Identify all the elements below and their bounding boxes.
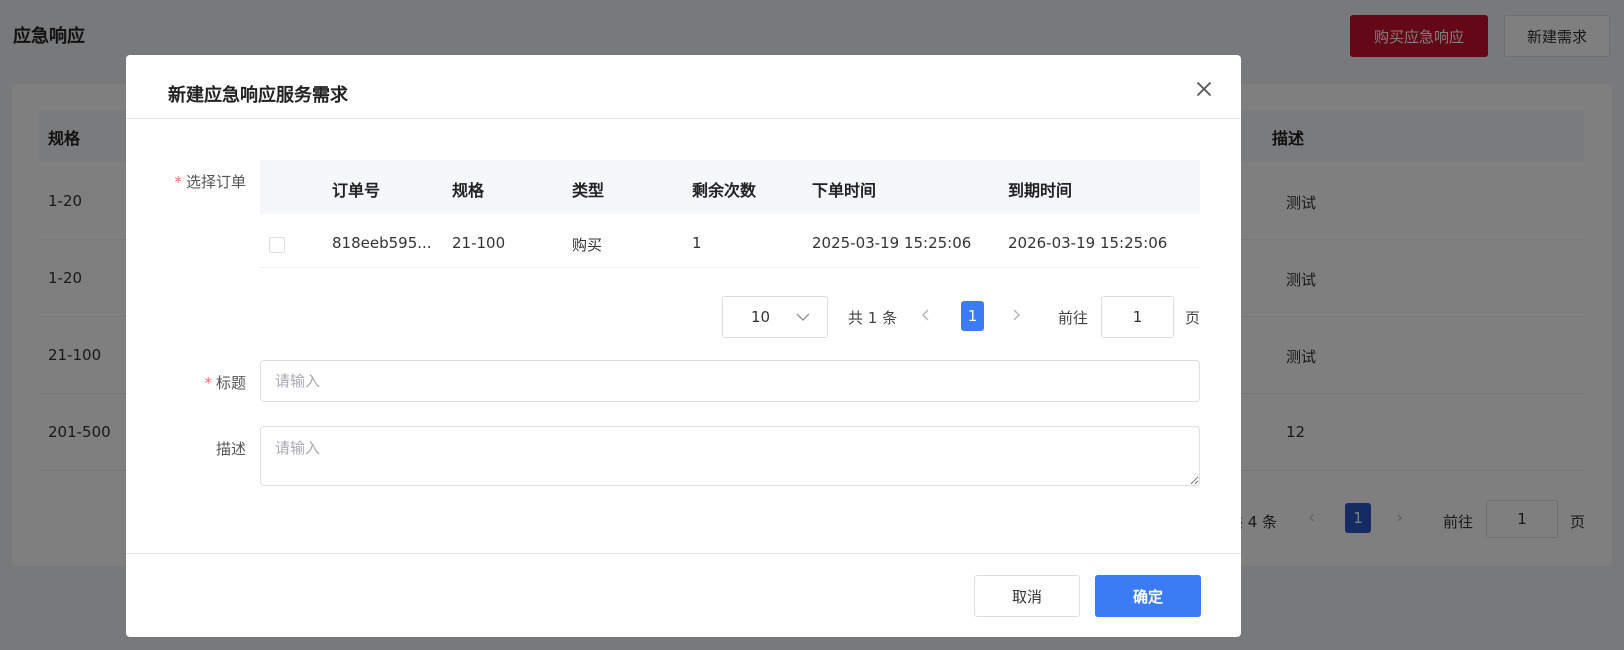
close-icon[interactable]: [1190, 75, 1218, 103]
cancel-button[interactable]: 取消: [974, 575, 1080, 617]
column-header-remaining: 剩余次数: [692, 181, 757, 200]
order-cell-expire-time: 2026-03-19 15:25:06: [1008, 234, 1168, 252]
title-label: * 标题: [204, 374, 246, 392]
order-cell-spec: 21-100: [452, 234, 506, 252]
dialog-title: 新建应急响应服务需求: [168, 85, 348, 106]
column-header-type: 类型: [572, 181, 605, 200]
new-request-dialog: 新建应急响应服务需求 * 选择订单 订单号 规格 类型 剩余次数 下单时间 到期时…: [126, 55, 1241, 637]
confirm-button[interactable]: 确定: [1095, 575, 1201, 617]
order-cell-type: 购买: [572, 236, 603, 254]
column-header-spec: 规格: [452, 181, 485, 200]
pagination-total: 共 1 条: [848, 309, 898, 327]
order-cell-order-time: 2025-03-19 15:25:06: [812, 234, 972, 252]
pagination-goto-input[interactable]: [1101, 296, 1174, 338]
dialog-footer-divider: [126, 553, 1241, 554]
column-header-expire-time: 到期时间: [1008, 181, 1073, 200]
page-size-select[interactable]: 10: [722, 296, 828, 338]
chevron-left-icon[interactable]: [920, 305, 932, 325]
chevron-right-icon[interactable]: [1010, 305, 1022, 325]
column-header-order-time: 下单时间: [812, 181, 877, 200]
column-header-order-no: 订单号: [332, 181, 381, 200]
dialog-header-divider: [126, 118, 1241, 119]
pagination-page-suffix: 页: [1185, 309, 1201, 327]
chevron-down-icon: [796, 313, 810, 321]
title-input[interactable]: [260, 360, 1200, 402]
page-size-value: 10: [751, 308, 771, 326]
row-divider: [260, 267, 1200, 268]
order-label: * 选择订单: [174, 173, 246, 191]
order-cell-remaining: 1: [692, 234, 702, 252]
desc-label: 描述: [215, 440, 246, 458]
pagination-current-page[interactable]: 1: [961, 301, 984, 331]
order-cell-order-no: 818eeb595...: [332, 234, 432, 252]
description-textarea[interactable]: [260, 426, 1200, 486]
pagination-goto-label: 前往: [1058, 309, 1089, 327]
order-row-checkbox[interactable]: [269, 237, 285, 253]
